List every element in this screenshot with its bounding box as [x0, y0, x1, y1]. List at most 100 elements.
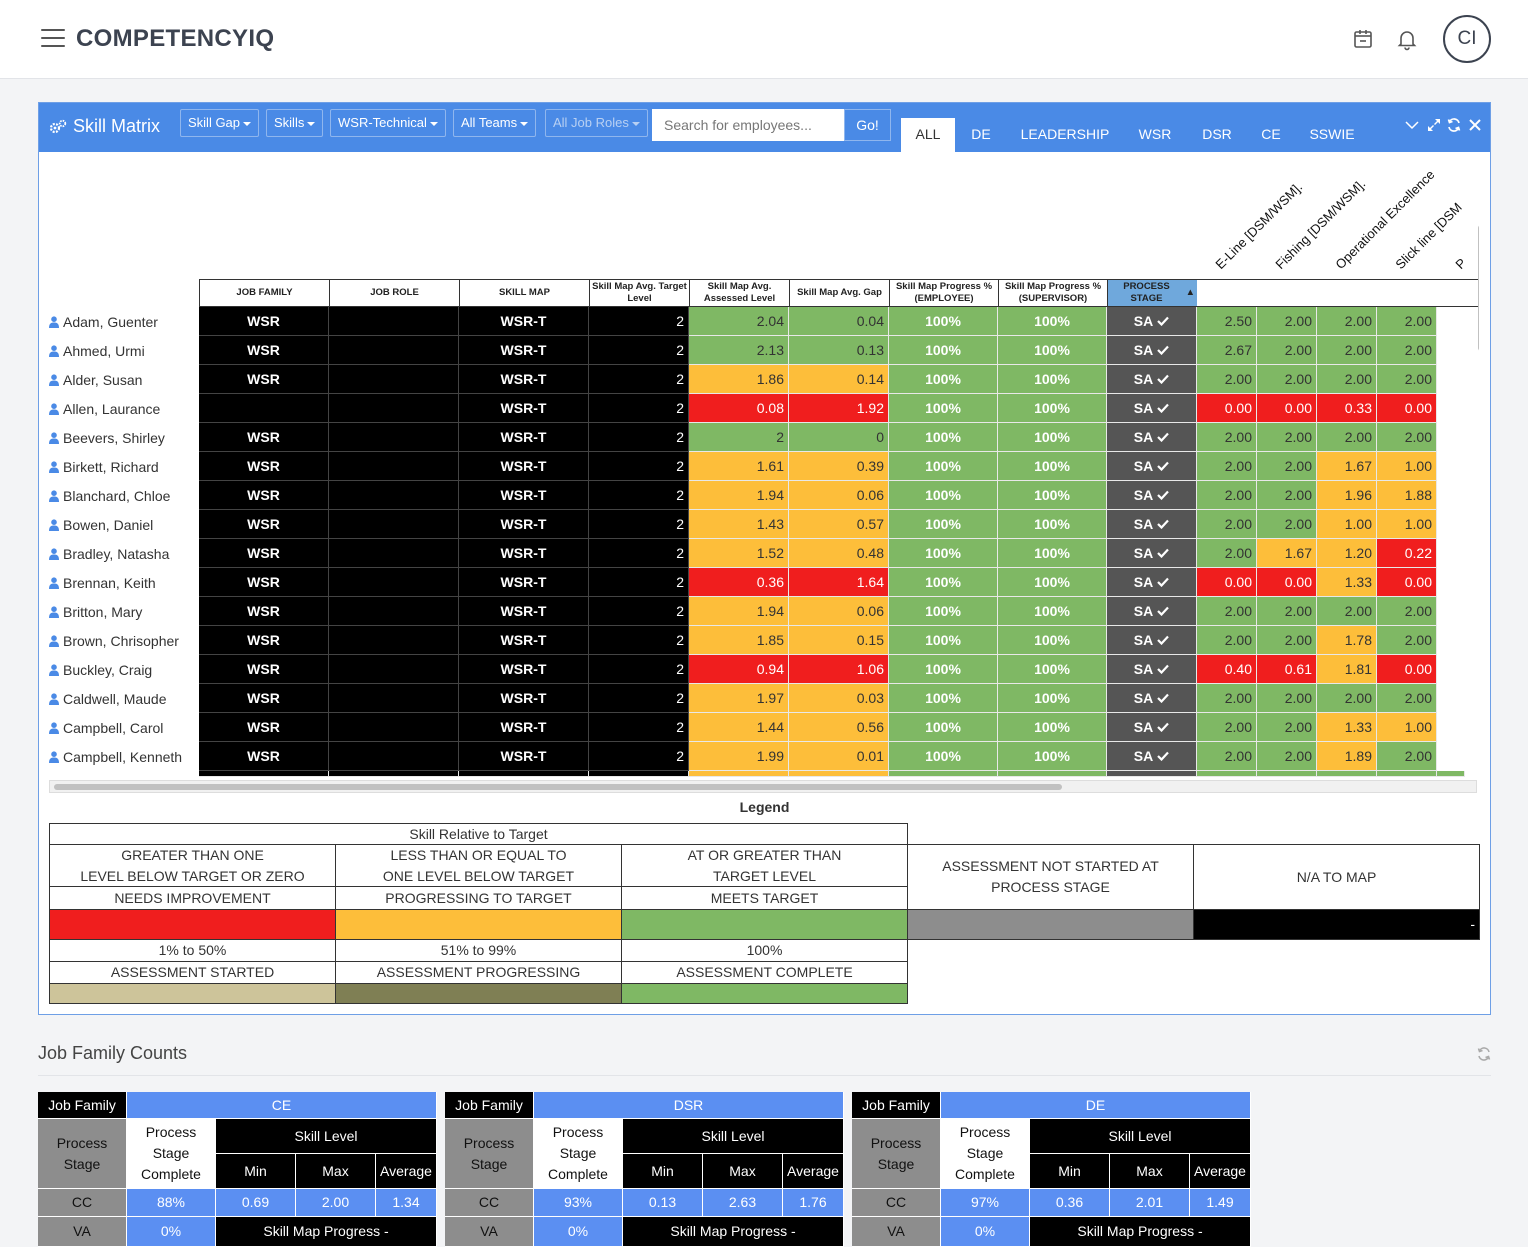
- tab-de[interactable]: DE: [961, 118, 1001, 152]
- skill-score-cell[interactable]: 2.00: [1197, 423, 1257, 452]
- employee-name[interactable]: Campbell, Kenneth: [49, 742, 182, 771]
- process-stage-cell[interactable]: SA: [1107, 597, 1197, 626]
- employee-name-text[interactable]: Allen, Laurance: [63, 401, 160, 417]
- skill-score-cell[interactable]: 0.00: [1377, 568, 1437, 597]
- employee-name-text[interactable]: Campbell, Kenneth: [63, 749, 182, 765]
- col-skill-map[interactable]: SKILL MAP: [459, 279, 590, 307]
- employee-name-text[interactable]: Campbell, Carol: [63, 720, 163, 736]
- skill-score-cell[interactable]: 0.00: [1197, 394, 1257, 423]
- skill-score-cell[interactable]: 2.00: [1317, 423, 1377, 452]
- skill-score-cell[interactable]: 2.00: [1197, 713, 1257, 742]
- process-stage-cell[interactable]: SA: [1107, 365, 1197, 394]
- skill-score-cell[interactable]: 2.00: [1377, 365, 1437, 394]
- employee-name[interactable]: Adam, Guenter: [49, 307, 158, 336]
- tab-dsr[interactable]: DSR: [1193, 118, 1241, 152]
- process-stage-cell[interactable]: SA: [1107, 568, 1197, 597]
- menu-icon[interactable]: [41, 29, 65, 49]
- skill-score-cell[interactable]: 2.00: [1197, 452, 1257, 481]
- skill-score-cell[interactable]: 1.00: [1377, 452, 1437, 481]
- skill-score-cell[interactable]: 0.00: [1257, 568, 1317, 597]
- skill-score-cell[interactable]: 0.00: [1257, 394, 1317, 423]
- skill-score-cell[interactable]: 2.00: [1257, 597, 1317, 626]
- skill-score-cell[interactable]: 1.89: [1317, 742, 1377, 771]
- employee-name[interactable]: Blanchard, Chloe: [49, 481, 170, 510]
- expand-icon[interactable]: [1426, 117, 1442, 133]
- employee-name[interactable]: Bowen, Daniel: [49, 510, 153, 539]
- employee-name-text[interactable]: Bradley, Natasha: [63, 546, 169, 562]
- filter-skills[interactable]: Skills: [266, 109, 324, 137]
- skill-score-cell[interactable]: 1.33: [1317, 713, 1377, 742]
- employee-name[interactable]: Buckley, Craig: [49, 655, 152, 684]
- skill-score-cell[interactable]: 1.67: [1257, 539, 1317, 568]
- calendar-icon[interactable]: [1351, 27, 1375, 51]
- bell-icon[interactable]: [1395, 27, 1419, 51]
- collapse-icon[interactable]: [1404, 117, 1420, 133]
- employee-name[interactable]: Bradley, Natasha: [49, 539, 169, 568]
- process-stage-cell[interactable]: SA: [1107, 626, 1197, 655]
- employee-name-text[interactable]: Beevers, Shirley: [63, 430, 165, 446]
- skill-score-cell[interactable]: 1.88: [1377, 481, 1437, 510]
- skill-score-cell[interactable]: 1.00: [1317, 510, 1377, 539]
- col-target-level[interactable]: Skill Map Avg. Target Level: [589, 279, 690, 307]
- tab-all[interactable]: ALL: [901, 118, 955, 152]
- employee-name-text[interactable]: Blanchard, Chloe: [63, 488, 170, 504]
- skill-score-cell[interactable]: 2.00: [1257, 481, 1317, 510]
- filter-skill-gap[interactable]: Skill Gap: [180, 109, 260, 137]
- skill-score-cell[interactable]: 0.33: [1317, 394, 1377, 423]
- skill-score-cell[interactable]: 2.00: [1377, 684, 1437, 713]
- skill-score-cell[interactable]: 1.81: [1317, 655, 1377, 684]
- process-stage-cell[interactable]: SA: [1107, 336, 1197, 365]
- skill-score-cell[interactable]: 2.67: [1197, 336, 1257, 365]
- skill-header-operational-excellence[interactable]: Operational Excellence: [1332, 167, 1437, 272]
- process-stage-cell[interactable]: SA: [1107, 684, 1197, 713]
- employee-name[interactable]: Caldwell, Maude: [49, 684, 167, 713]
- process-stage-cell[interactable]: SA: [1107, 539, 1197, 568]
- skill-score-cell[interactable]: 2.00: [1257, 336, 1317, 365]
- employee-name[interactable]: Birkett, Richard: [49, 452, 159, 481]
- skill-score-cell[interactable]: 0.40: [1197, 655, 1257, 684]
- filter-job-roles[interactable]: All Job Roles: [545, 109, 648, 137]
- skill-score-cell[interactable]: 0.00: [1377, 394, 1437, 423]
- process-stage-cell[interactable]: SA: [1107, 394, 1197, 423]
- skill-score-cell[interactable]: 2.00: [1257, 713, 1317, 742]
- process-stage-cell[interactable]: SA: [1107, 423, 1197, 452]
- skill-score-cell[interactable]: 0.00: [1197, 568, 1257, 597]
- skill-score-cell[interactable]: 2.00: [1377, 626, 1437, 655]
- brand-logo[interactable]: COMPETENCYIQ: [76, 25, 274, 53]
- employee-name[interactable]: Alder, Susan: [49, 365, 142, 394]
- process-stage-cell[interactable]: SA: [1107, 452, 1197, 481]
- skill-score-cell[interactable]: 2.00: [1317, 597, 1377, 626]
- col-process-stage[interactable]: PROCESS STAGE ▲: [1107, 279, 1198, 307]
- skill-score-cell[interactable]: 2.00: [1377, 742, 1437, 771]
- skill-score-cell[interactable]: 2.00: [1197, 481, 1257, 510]
- process-stage-cell[interactable]: SA: [1107, 510, 1197, 539]
- skill-score-cell[interactable]: 2.00: [1197, 626, 1257, 655]
- employee-name-text[interactable]: Birkett, Richard: [63, 459, 159, 475]
- skill-score-cell[interactable]: 2.00: [1257, 626, 1317, 655]
- skill-score-cell[interactable]: 0.00: [1377, 655, 1437, 684]
- employee-name-text[interactable]: Caldwell, Maude: [63, 691, 167, 707]
- skill-score-cell[interactable]: 2.00: [1377, 597, 1437, 626]
- employee-name-text[interactable]: Bowen, Daniel: [63, 517, 153, 533]
- process-stage-cell[interactable]: SA: [1107, 481, 1197, 510]
- tab-wsr[interactable]: WSR: [1129, 118, 1181, 152]
- employee-name[interactable]: Britton, Mary: [49, 597, 142, 626]
- vertical-scrollbar[interactable]: [1478, 225, 1479, 351]
- skill-score-cell[interactable]: 2.00: [1377, 336, 1437, 365]
- skill-score-cell[interactable]: 2.00: [1197, 539, 1257, 568]
- skill-score-cell[interactable]: 1.00: [1377, 713, 1437, 742]
- skill-score-cell[interactable]: 0.61: [1257, 655, 1317, 684]
- skill-score-cell[interactable]: 2.00: [1257, 510, 1317, 539]
- col-job-family[interactable]: JOB FAMILY: [199, 279, 330, 307]
- skill-score-cell[interactable]: 2.00: [1377, 423, 1437, 452]
- skill-score-cell[interactable]: 2.00: [1197, 597, 1257, 626]
- employee-name-text[interactable]: Ahmed, Urmi: [63, 343, 145, 359]
- col-assessed-level[interactable]: Skill Map Avg. Assessed Level: [689, 279, 790, 307]
- employee-name-text[interactable]: Alder, Susan: [63, 372, 142, 388]
- process-stage-cell[interactable]: SA: [1107, 655, 1197, 684]
- filter-teams[interactable]: All Teams: [453, 109, 537, 137]
- filter-wsr-technical[interactable]: WSR-Technical: [330, 109, 446, 137]
- tab-leadership[interactable]: LEADERSHIP: [1015, 118, 1115, 152]
- skill-score-cell[interactable]: 2.00: [1317, 365, 1377, 394]
- tab-sswie[interactable]: SSWIE: [1301, 118, 1363, 152]
